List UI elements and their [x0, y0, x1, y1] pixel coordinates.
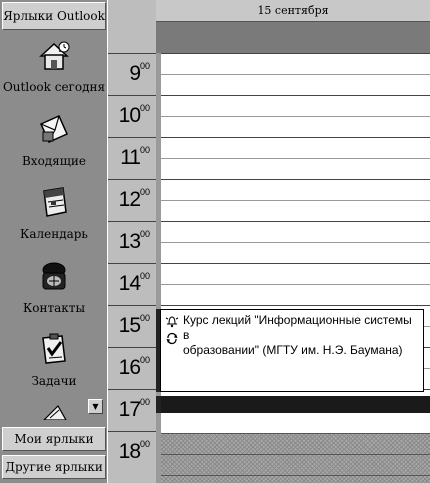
time-slot[interactable] — [161, 221, 430, 242]
time-slot[interactable] — [161, 116, 430, 137]
shortcut-inbox[interactable]: Входящие — [0, 112, 108, 182]
time-ruler-header — [108, 0, 156, 53]
outlook-bar: Ярлыки Outlook Outlook сегодня Входящие … — [0, 0, 108, 483]
hour-label: 18 00 — [108, 431, 156, 473]
time-slot[interactable] — [161, 284, 430, 305]
calendar-icon — [43, 187, 67, 217]
shortcut-label: Задачи — [31, 374, 77, 388]
hour-label: 15 00 — [108, 305, 156, 347]
shortcut-label: Календарь — [20, 227, 88, 241]
time-slot[interactable] — [161, 137, 430, 158]
time-slot[interactable] — [161, 242, 430, 263]
inbox-icon — [40, 115, 68, 143]
shortcut-outlook-today[interactable]: Outlook сегодня — [0, 38, 108, 108]
shortcut-notes-partial[interactable] — [38, 402, 68, 420]
contacts-icon — [42, 262, 66, 290]
time-ruler: 9 00 10 00 11 00 12 00 13 00 14 00 15 00 16 00 1… — [108, 0, 156, 483]
time-slot[interactable] — [161, 74, 430, 95]
shortcut-label: Outlook сегодня — [2, 80, 106, 94]
shortcut-label: Входящие — [21, 154, 87, 168]
scroll-down-button[interactable]: ▼ — [88, 399, 103, 414]
outlook-today-icon — [39, 41, 70, 70]
non-working-hours[interactable] — [161, 433, 430, 483]
time-slot[interactable] — [161, 95, 430, 116]
outlook-shortcuts-group-button[interactable]: Ярлыки Outlook — [2, 2, 106, 30]
time-slot[interactable] — [161, 263, 430, 284]
time-slot[interactable] — [161, 179, 430, 200]
hour-label: 13 00 — [108, 221, 156, 263]
reminder-bell-icon — [165, 316, 179, 328]
appointment-subject-line-1: Курс лекций "Информационные системы в — [183, 313, 412, 342]
shortcut-label: Контакты — [23, 301, 85, 315]
time-slot[interactable] — [161, 53, 430, 74]
shortcut-contacts[interactable]: Контакты — [0, 259, 108, 329]
group-other-shortcuts-button[interactable]: Другие ярлыки — [2, 455, 106, 479]
shortcut-calendar[interactable]: Календарь — [0, 185, 108, 255]
tasks-icon — [42, 333, 66, 364]
selected-time-slot[interactable] — [161, 396, 430, 413]
appointment-icons — [165, 314, 179, 348]
appointment-item[interactable]: Курс лекций "Информационные системы в об… — [160, 309, 424, 392]
date-header[interactable]: 15 сентября — [156, 0, 430, 22]
day-view: 15 сентября — [156, 0, 430, 483]
outlook-window: Ярлыки Outlook Outlook сегодня Входящие … — [0, 0, 430, 483]
time-slot[interactable] — [161, 158, 430, 179]
time-slot[interactable] — [161, 200, 430, 221]
hour-label: 11 00 — [108, 137, 156, 179]
notes-icon — [43, 405, 67, 420]
shortcut-tasks[interactable]: Задачи — [0, 332, 108, 402]
group-my-shortcuts-button[interactable]: Мои ярлыки — [2, 427, 106, 451]
recurrence-icon — [166, 332, 178, 345]
hour-label: 9 00 — [108, 53, 156, 95]
all-day-events-area[interactable] — [156, 22, 430, 53]
hour-label: 16 00 — [108, 347, 156, 389]
hour-label: 10 00 — [108, 95, 156, 137]
hour-label: 17 00 — [108, 389, 156, 431]
time-slot[interactable] — [161, 410, 430, 431]
hour-label: 14 00 — [108, 263, 156, 305]
hour-label: 12 00 — [108, 179, 156, 221]
appointment-subject-line-2: образовании" (МГТУ им. Н.Э. Баумана) — [183, 343, 403, 357]
